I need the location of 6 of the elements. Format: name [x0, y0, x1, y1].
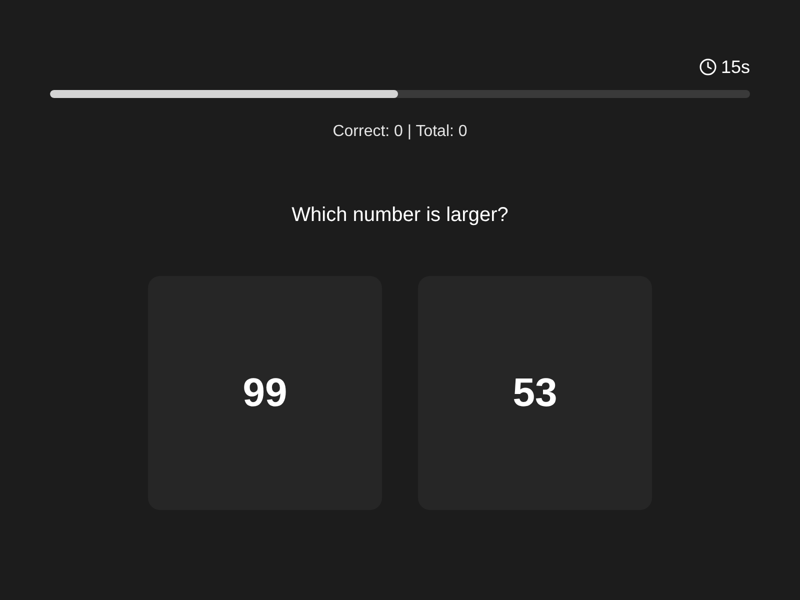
question-text: Which number is larger?: [292, 203, 508, 228]
answer-card[interactable]: 53: [418, 276, 652, 510]
clock-icon: [698, 58, 717, 76]
score-text: Correct: 0 | Total: 0: [332, 122, 468, 142]
timer-text: 15s: [720, 56, 750, 78]
answer-card[interactable]: 99: [148, 276, 382, 510]
